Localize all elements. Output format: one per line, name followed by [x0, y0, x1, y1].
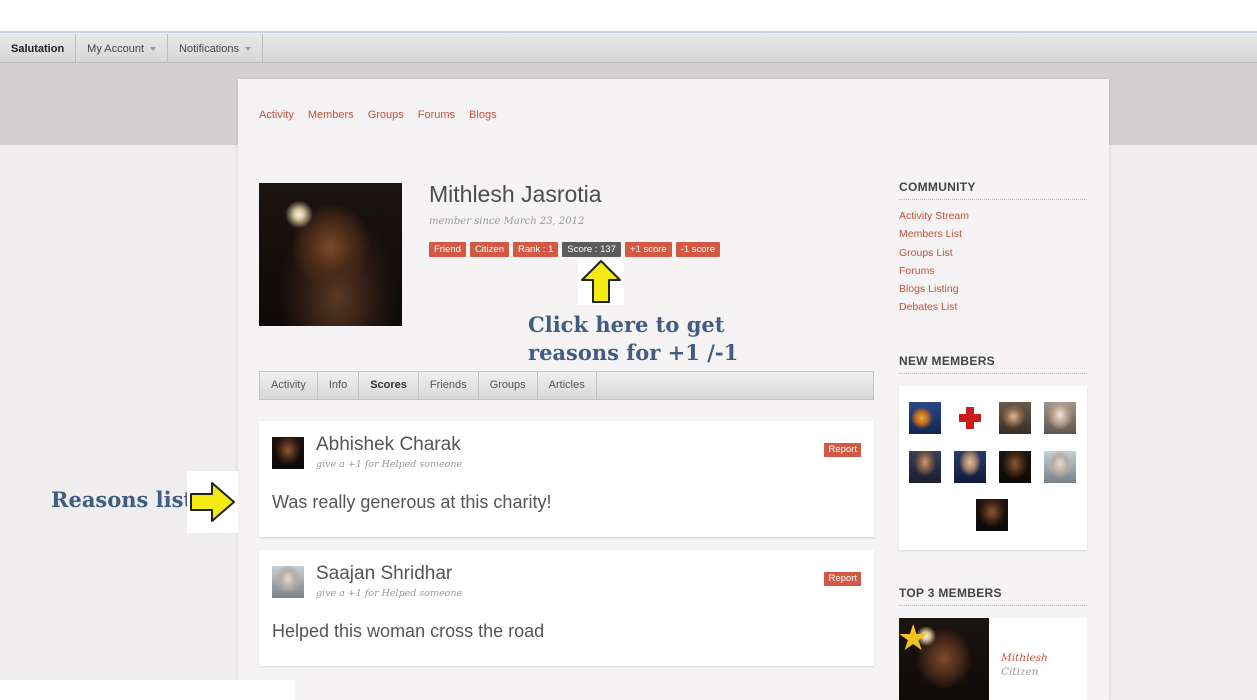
bottom-strip: [0, 680, 295, 700]
reasons-list-annotation: Reasons list: [51, 487, 194, 512]
profile-badges: Friend Citizen Rank : 1 Score : 137 +1 s…: [429, 242, 720, 257]
tab-groups[interactable]: Groups: [479, 372, 538, 399]
report-button[interactable]: Report: [824, 572, 861, 586]
community-title: COMMUNITY: [899, 180, 1087, 200]
main-container: Activity Members Groups Forums Blogs Mit…: [238, 79, 1109, 700]
new-members-grid: [899, 385, 1087, 550]
member-avatar[interactable]: [909, 450, 941, 483]
score-reason: give a +1 for Helped someone: [316, 588, 463, 599]
top-member-subtitle: Citizen: [1001, 665, 1039, 678]
nav-groups[interactable]: Groups: [368, 109, 404, 121]
tab-info[interactable]: Info: [318, 372, 360, 399]
nav-activity[interactable]: Activity: [259, 109, 294, 121]
arrow-up-icon: [578, 259, 624, 305]
citizen-badge[interactable]: Citizen: [469, 242, 509, 257]
community-links: Activity Stream Members List Groups List…: [899, 210, 1087, 320]
score-author[interactable]: Abhishek Charak: [316, 434, 461, 456]
score-author[interactable]: Saajan Shridhar: [316, 563, 452, 585]
sidebar: COMMUNITY Activity Stream Members List G…: [897, 180, 1087, 700]
profile-avatar[interactable]: [259, 183, 402, 326]
member-since: member since March 23, 2012: [429, 216, 585, 227]
new-members-title: NEW MEMBERS: [899, 354, 1087, 374]
score-item: Abhishek Charak give a +1 for Helped som…: [259, 421, 874, 537]
red-cross-icon[interactable]: [954, 401, 986, 434]
link-activity-stream[interactable]: Activity Stream: [899, 210, 1087, 228]
author-avatar[interactable]: [272, 437, 304, 469]
score-text: Helped this woman cross the road: [272, 621, 545, 641]
member-avatar[interactable]: [976, 498, 1008, 531]
score-reason: give a +1 for Helped someone: [316, 459, 463, 470]
admin-bar: Salutation My Account Notifications: [0, 34, 1257, 63]
nav-forums[interactable]: Forums: [418, 109, 455, 121]
member-avatar[interactable]: [999, 450, 1031, 483]
member-avatar[interactable]: [1044, 450, 1076, 483]
report-button[interactable]: Report: [824, 443, 861, 457]
chevron-down-icon: [150, 47, 157, 51]
site-name-link[interactable]: Salutation: [0, 34, 77, 63]
tab-articles[interactable]: Articles: [538, 372, 597, 399]
tab-scores[interactable]: Scores: [359, 372, 419, 399]
chevron-down-icon: [244, 47, 251, 51]
score-text: Was really generous at this charity!: [272, 492, 552, 512]
top-member-card: ★ Mithlesh Citizen: [897, 616, 1087, 700]
top-member-avatar[interactable]: ★: [897, 616, 989, 700]
top-members-title: TOP 3 MEMBERS: [899, 586, 1087, 606]
star-icon: ★: [897, 616, 930, 658]
profile-name: Mithlesh Jasrotia: [429, 181, 602, 207]
tab-friends[interactable]: Friends: [419, 372, 479, 399]
browser-top-strip: [0, 0, 1257, 33]
score-badge[interactable]: Score : 137: [562, 242, 621, 257]
rank-badge[interactable]: Rank : 1: [512, 242, 559, 257]
link-debates-list[interactable]: Debates List: [899, 301, 1087, 319]
top-nav: Activity Members Groups Forums Blogs: [259, 109, 497, 121]
link-blogs-listing[interactable]: Blogs Listing: [899, 283, 1087, 301]
top-member-name[interactable]: Mithlesh: [1001, 652, 1048, 664]
notifications-menu[interactable]: Notifications: [168, 34, 263, 63]
score-item: Saajan Shridhar give a +1 for Helped som…: [259, 550, 874, 666]
author-avatar[interactable]: [272, 566, 304, 598]
member-avatar[interactable]: [954, 450, 986, 483]
my-account-menu[interactable]: My Account: [76, 34, 169, 63]
minus-one-score-button[interactable]: -1 score: [675, 242, 720, 257]
arrow-right-icon: [187, 471, 238, 533]
member-avatar[interactable]: [999, 401, 1031, 434]
member-avatar[interactable]: [1044, 401, 1076, 434]
nav-blogs[interactable]: Blogs: [469, 109, 497, 121]
my-account-label: My Account: [87, 42, 145, 55]
link-forums[interactable]: Forums: [899, 265, 1087, 283]
plus-one-score-button[interactable]: +1 score: [624, 242, 672, 257]
notifications-label: Notifications: [179, 42, 239, 55]
click-here-annotation: Click here to get reasons for +1 /-1: [528, 312, 739, 365]
profile-tabs: Activity Info Scores Friends Groups Arti…: [259, 371, 874, 400]
nav-members[interactable]: Members: [308, 109, 354, 121]
link-members-list[interactable]: Members List: [899, 228, 1087, 246]
friend-badge[interactable]: Friend: [429, 242, 466, 257]
tab-activity[interactable]: Activity: [260, 372, 318, 399]
link-groups-list[interactable]: Groups List: [899, 247, 1087, 265]
member-avatar[interactable]: [909, 401, 941, 434]
